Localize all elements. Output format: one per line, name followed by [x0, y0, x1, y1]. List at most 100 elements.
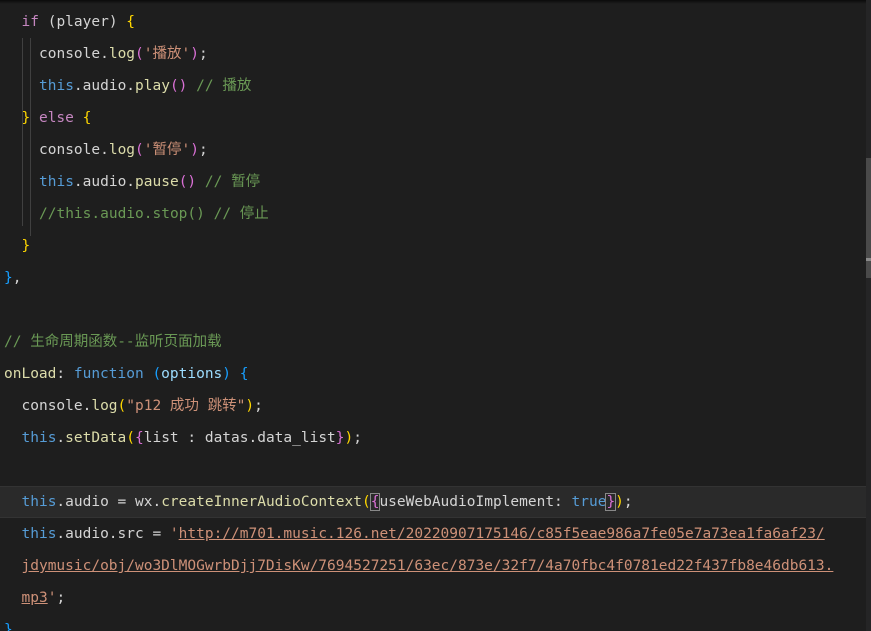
code-line[interactable]: console.log('暂停'); — [0, 134, 871, 166]
code-token: } — [335, 430, 345, 446]
scrollbar-marker — [866, 258, 871, 261]
code-token: ; — [56, 590, 66, 606]
code-token: '播放' — [143, 46, 191, 62]
code-editor[interactable]: if (player) {console.log('播放'); this.audi… — [0, 0, 871, 631]
indent-guide — [22, 38, 23, 226]
code-line[interactable] — [0, 294, 870, 326]
code-token: ; — [623, 494, 633, 510]
code-token: mp3 — [21, 590, 48, 606]
code-token: ) — [190, 46, 199, 62]
code-line[interactable]: if (player) { — [0, 6, 871, 38]
code-line[interactable]: jdymusic/obj/wo3DlMOGwrbDjj7DisKw/769452… — [0, 550, 871, 582]
code-token: player — [56, 14, 109, 30]
code-token: { — [126, 14, 136, 30]
code-line[interactable]: console.log('播放'); — [0, 38, 871, 70]
code-line[interactable]: this.setData({list : datas.data_list}); — [0, 422, 871, 454]
code-token: : — [56, 366, 74, 382]
code-token: ( — [38, 14, 57, 30]
code-token: .audio. — [73, 78, 136, 94]
code-token: this — [39, 174, 74, 190]
code-line[interactable]: onLoad: function (options) { — [0, 358, 870, 390]
indent-guide — [30, 134, 31, 236]
code-token: console. — [39, 46, 109, 62]
code-token: '暂停' — [143, 142, 191, 158]
code-token: () — [178, 174, 197, 190]
code-token: { — [239, 366, 249, 382]
code-token: ; — [353, 430, 362, 446]
code-token: ) — [222, 366, 232, 382]
code-token: // 生命周期函数--监听页面加载 — [4, 334, 222, 350]
code-token: .audio = wx. — [56, 494, 162, 510]
code-token: . — [56, 430, 66, 446]
code-token: ) — [344, 430, 354, 446]
code-token: ) — [245, 398, 255, 414]
code-token: ( — [126, 430, 135, 446]
code-token: } — [4, 622, 13, 631]
indent-guide — [30, 38, 31, 140]
code-token: ( — [361, 494, 371, 510]
code-token: function — [73, 366, 144, 382]
code-token: ' — [169, 526, 179, 542]
code-token: .audio. — [73, 174, 136, 190]
code-line[interactable]: }, — [0, 262, 870, 294]
code-token: list : datas.data_list — [143, 430, 336, 446]
code-token: this — [21, 430, 57, 446]
code-token: ; — [198, 46, 208, 62]
code-token: pause — [135, 174, 179, 190]
code-token: this — [21, 526, 57, 542]
code-token: } — [605, 493, 617, 511]
code-token: console. — [21, 398, 92, 414]
code-line[interactable]: this.audio.pause() // 暂停 — [0, 166, 871, 198]
code-token: // 播放 — [187, 78, 252, 94]
code-line[interactable]: } — [0, 614, 870, 631]
code-token: log — [91, 398, 118, 414]
code-line[interactable]: mp3'; — [0, 582, 871, 614]
code-token: } — [21, 238, 31, 254]
code-token: log — [108, 46, 136, 62]
code-token: http://m701.music.126.net/20220907175146… — [178, 526, 825, 542]
code-token: ( — [117, 398, 127, 414]
code-token: ( — [135, 46, 144, 62]
code-line[interactable]: console.log("p12 成功 跳转"); — [0, 390, 871, 422]
code-token: if — [21, 14, 39, 30]
code-token: .audio.src = — [56, 526, 170, 542]
code-token: onLoad — [4, 366, 57, 382]
code-line[interactable]: // 生命周期函数--监听页面加载 — [0, 326, 870, 358]
code-line[interactable]: this.audio.play() // 播放 — [0, 70, 871, 102]
code-token: else — [30, 110, 74, 126]
code-token: //this.audio.stop() // 停止 — [39, 206, 269, 222]
code-token: useWebAudioImplement: — [379, 494, 572, 510]
code-token: ) — [190, 142, 199, 158]
vertical-scrollbar[interactable] — [866, 0, 871, 631]
code-token: ) — [615, 494, 624, 510]
code-token: ( — [135, 142, 144, 158]
code-token: true — [571, 494, 607, 510]
code-line[interactable]: } — [0, 230, 871, 262]
code-token: console. — [39, 142, 109, 158]
code-token: this — [21, 494, 57, 510]
code-token: this — [39, 78, 74, 94]
code-line[interactable]: //this.audio.stop() // 停止 — [0, 198, 871, 230]
code-token: jdymusic/obj/wo3DlMOGwrbDjj7DisKw/769452… — [21, 558, 834, 574]
code-token: setData — [65, 430, 127, 446]
code-line[interactable] — [0, 454, 870, 486]
code-token: ( — [152, 366, 162, 382]
code-token: , — [12, 270, 22, 286]
code-token: "p12 成功 跳转" — [126, 398, 246, 414]
code-line[interactable]: } else { — [0, 102, 871, 134]
code-token: log — [108, 142, 136, 158]
code-token: ; — [254, 398, 263, 414]
code-line[interactable]: this.audio = wx.createInnerAudioContext(… — [0, 486, 866, 518]
code-token: options — [161, 366, 223, 382]
code-token: } — [4, 270, 13, 286]
scroll-shadow — [0, 0, 871, 4]
code-token: // 暂停 — [196, 174, 261, 190]
code-token: ) — [108, 14, 127, 30]
code-token: ; — [198, 142, 208, 158]
code-token: play — [135, 78, 170, 94]
code-line[interactable]: this.audio.src = 'http://m701.music.126.… — [0, 518, 871, 550]
code-token: { — [135, 430, 144, 446]
code-token: () — [169, 78, 188, 94]
